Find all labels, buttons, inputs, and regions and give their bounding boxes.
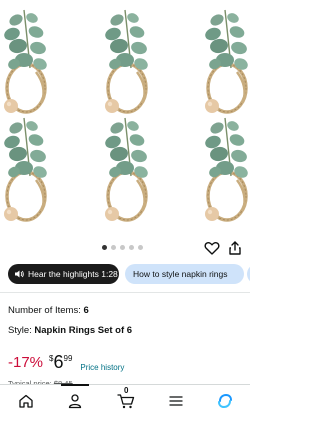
price-history-link[interactable]: Price history: [80, 363, 124, 372]
pagination-dot[interactable]: [129, 245, 134, 250]
pagination-dot[interactable]: [120, 245, 125, 250]
style-value: Napkin Rings Set of 6: [34, 325, 133, 336]
product-image-gallery[interactable]: [0, 0, 250, 238]
hear-highlights-label: Hear the highlights 1:28: [28, 269, 118, 279]
price-whole: 6: [53, 352, 64, 372]
share-icon: [229, 241, 241, 255]
pagination-dot[interactable]: [102, 245, 107, 250]
nav-home-button[interactable]: [16, 391, 36, 411]
rufus-icon: [218, 393, 232, 409]
question-chip[interactable]: Is: [247, 264, 250, 284]
pagination-dot[interactable]: [138, 245, 143, 250]
account-icon: [68, 394, 82, 409]
hear-highlights-button[interactable]: Hear the highlights 1:28: [8, 264, 119, 284]
speaker-icon: [15, 270, 24, 278]
number-of-items-row: Number of Items: 6: [8, 305, 89, 316]
cart-icon: [117, 394, 135, 409]
number-of-items-label: Number of Items:: [8, 305, 81, 316]
menu-icon: [169, 396, 183, 406]
nav-account-button[interactable]: [65, 391, 85, 411]
highlight-chips: Hear the highlights 1:28 How to style na…: [8, 264, 250, 284]
home-icon: [19, 394, 33, 408]
style-label: Style:: [8, 325, 32, 336]
question-chip-label: How to style napkin rings: [133, 269, 228, 279]
number-of-items-value: 6: [83, 305, 89, 316]
nav-menu-button[interactable]: [166, 391, 186, 411]
active-tab-indicator: [61, 384, 89, 386]
product-image: [0, 8, 250, 223]
nav-rufus-button[interactable]: [215, 391, 235, 411]
style-row[interactable]: Style: Napkin Rings Set of 6: [8, 325, 132, 336]
heart-icon: [204, 242, 220, 255]
question-chip[interactable]: How to style napkin rings: [125, 264, 244, 284]
favorite-button[interactable]: [204, 240, 220, 256]
price-fraction: 99: [63, 354, 73, 363]
divider: [0, 292, 250, 293]
pagination-dot[interactable]: [111, 245, 116, 250]
price-block: -17% $ 6 99 Price history: [8, 352, 124, 376]
gallery-pagination: [102, 245, 143, 250]
cart-count-badge: 0: [124, 386, 129, 395]
share-button[interactable]: [227, 240, 243, 256]
discount-percent: -17%: [8, 354, 44, 371]
